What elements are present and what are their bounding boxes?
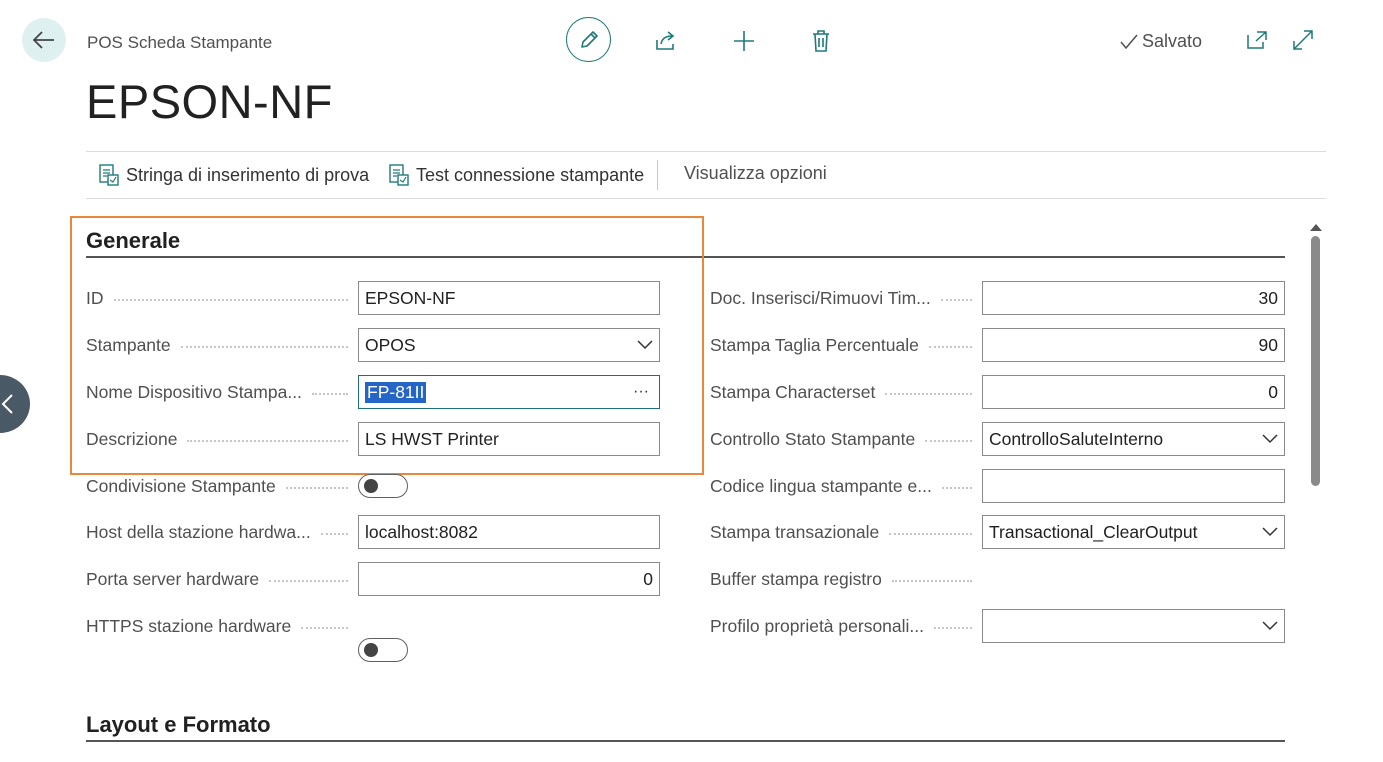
chevron-down-icon xyxy=(637,340,653,350)
input-field[interactable]: 30 xyxy=(982,281,1285,315)
saved-status: Salvato xyxy=(1120,31,1202,52)
action-label: Stringa di inserimento di prova xyxy=(126,164,370,185)
field-label: Nome Dispositivo Stampa... xyxy=(86,382,302,402)
input-field[interactable] xyxy=(982,469,1285,503)
input-field[interactable]: LS HWST Printer xyxy=(358,422,660,456)
delete-icon xyxy=(813,30,829,52)
label-leader-dots xyxy=(269,580,348,582)
field-value: 30 xyxy=(1258,287,1278,308)
test-page-icon xyxy=(389,164,409,186)
field-label: Stampa Taglia Percentuale xyxy=(710,335,919,355)
toggle-knob xyxy=(364,479,378,493)
select-field[interactable] xyxy=(982,609,1285,643)
field-value: OPOS xyxy=(365,334,416,355)
lookup-ellipsis-button[interactable]: ··· xyxy=(633,383,653,401)
field-label: Buffer stampa registro xyxy=(710,569,882,589)
field-value: 0 xyxy=(643,568,653,589)
edit-button[interactable] xyxy=(566,17,611,62)
select-field[interactable]: OPOS xyxy=(358,328,660,362)
scroll-up-arrow[interactable] xyxy=(1309,219,1323,237)
field-value: ControlloSaluteInterno xyxy=(989,428,1164,449)
new-button[interactable] xyxy=(720,17,768,65)
label-leader-dots xyxy=(885,393,972,395)
field-label: Porta server hardware xyxy=(86,569,260,589)
back-button[interactable] xyxy=(22,18,66,62)
field-value: 90 xyxy=(1258,334,1278,355)
label-leader-dots xyxy=(929,346,972,348)
field-label: Condivisione Stampante xyxy=(86,476,276,496)
label-leader-dots xyxy=(321,533,348,535)
field-label: HTTPS stazione hardware xyxy=(86,616,292,636)
label-leader-dots xyxy=(934,627,972,629)
section-title-layout: Layout e Formato xyxy=(86,712,271,737)
chevron-down-icon xyxy=(1262,527,1278,537)
label-leader-dots xyxy=(925,440,972,442)
label-leader-dots xyxy=(286,487,348,489)
label-leader-dots xyxy=(942,487,972,489)
select-field[interactable]: Transactional_ClearOutput xyxy=(982,515,1285,549)
input-field[interactable]: 0 xyxy=(358,562,660,596)
expand-button[interactable] xyxy=(1292,29,1314,56)
test-page-icon xyxy=(99,164,119,186)
add-icon xyxy=(734,31,754,51)
show-options-action[interactable]: Visualizza opzioni xyxy=(684,163,827,184)
action-label: Visualizza opzioni xyxy=(684,163,827,183)
field-label: Profilo proprietà personali... xyxy=(710,616,924,636)
toggle-knob xyxy=(364,643,378,657)
test-printer-connection-action[interactable]: Test connessione stampante xyxy=(388,163,644,187)
label-leader-dots xyxy=(114,299,348,301)
field-value: localhost:8082 xyxy=(365,521,478,542)
input-field[interactable]: 0 xyxy=(982,375,1285,409)
test-insert-string-action[interactable]: Stringa di inserimento di prova xyxy=(98,163,369,187)
label-leader-dots xyxy=(187,440,348,442)
scroll-up-icon xyxy=(1310,224,1322,231)
chevron-down-icon xyxy=(1262,434,1278,444)
saved-label: Salvato xyxy=(1142,31,1203,51)
input-field[interactable]: EPSON-NF xyxy=(358,281,660,315)
checkmark-icon xyxy=(1120,34,1138,49)
share-icon xyxy=(656,31,675,50)
back-arrow-icon xyxy=(32,31,54,49)
chevron-down-icon xyxy=(1262,621,1278,631)
field-label: Descrizione xyxy=(86,429,178,449)
field-label: ID xyxy=(86,288,104,308)
scrollbar-thumb[interactable] xyxy=(1311,236,1320,486)
field-label: Stampante xyxy=(86,335,171,355)
label-leader-dots xyxy=(301,627,348,629)
field-value: Transactional_ClearOutput xyxy=(989,521,1198,542)
open-new-window-button[interactable] xyxy=(1246,30,1268,55)
field-label: Host della stazione hardwa... xyxy=(86,522,311,542)
toggle-switch[interactable] xyxy=(358,474,408,498)
field-label: Stampa transazionale xyxy=(710,522,880,542)
previous-record-button[interactable] xyxy=(0,375,30,433)
label-leader-dots xyxy=(892,580,972,582)
field-label: Doc. Inserisci/Rimuovi Tim... xyxy=(710,288,931,308)
field-value: 0 xyxy=(1268,381,1278,402)
expand-icon xyxy=(1293,30,1313,50)
field-value: EPSON-NF xyxy=(365,287,456,308)
label-leader-dots xyxy=(889,533,972,535)
input-field[interactable]: 90 xyxy=(982,328,1285,362)
label-leader-dots xyxy=(941,299,972,301)
field-label: Stampa Characterset xyxy=(710,382,876,402)
open-new-window-icon xyxy=(1247,31,1267,49)
chevron-left-icon xyxy=(1,394,13,414)
action-label: Test connessione stampante xyxy=(416,164,645,185)
toggle-switch[interactable] xyxy=(358,638,408,662)
field-value: FP-81II xyxy=(365,381,427,403)
field-value: LS HWST Printer xyxy=(365,428,499,449)
field-label: Controllo Stato Stampante xyxy=(710,429,916,449)
label-leader-dots xyxy=(312,393,348,395)
field-label: Codice lingua stampante e... xyxy=(710,476,932,496)
lookup-field[interactable]: FP-81II ··· xyxy=(358,375,660,409)
edit-pencil-icon xyxy=(580,30,598,48)
input-field[interactable]: localhost:8082 xyxy=(358,515,660,549)
page-title: EPSON-NF xyxy=(86,75,333,128)
page-type-caption: POS Scheda Stampante xyxy=(87,33,273,52)
delete-button[interactable] xyxy=(797,17,845,65)
select-field[interactable]: ControlloSaluteInterno xyxy=(982,422,1285,456)
share-button[interactable] xyxy=(642,17,690,65)
label-leader-dots xyxy=(181,346,348,348)
